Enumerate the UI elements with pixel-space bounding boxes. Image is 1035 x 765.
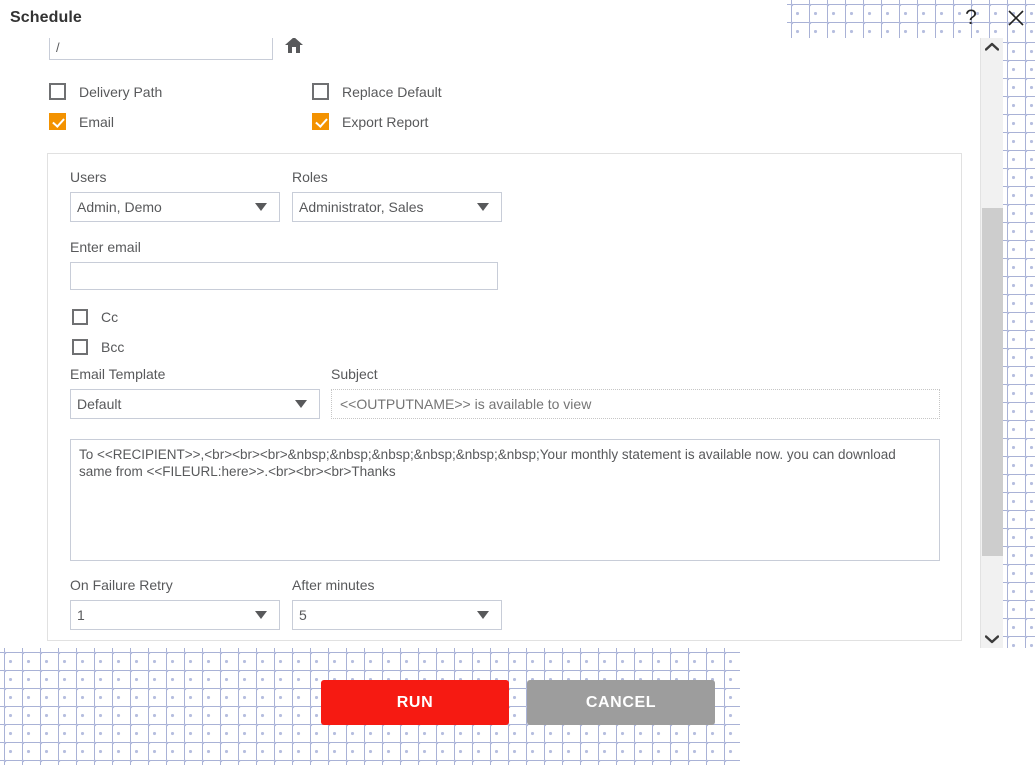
enter-email-label: Enter email (70, 239, 141, 255)
help-icon[interactable]: ? (957, 4, 985, 32)
after-minutes-value: 5 (299, 607, 307, 623)
on-failure-retry-value: 1 (77, 607, 85, 623)
dialog-footer: RUN CANCEL (0, 648, 1035, 765)
checkbox-box-cc[interactable] (72, 309, 88, 325)
home-icon[interactable] (284, 38, 304, 59)
subject-input[interactable] (331, 389, 940, 419)
checkbox-box-delivery-path[interactable] (49, 83, 66, 100)
dot-pattern-right-column (1003, 38, 1035, 648)
checkbox-box-export-report[interactable] (312, 113, 329, 130)
checkbox-label-email: Email (79, 113, 115, 130)
checkbox-cc[interactable]: Cc (72, 309, 118, 325)
email-settings-panel: Users Admin, Demo Roles Administrator, S… (47, 153, 962, 641)
checkbox-label-export-report: Export Report (342, 113, 429, 130)
users-label: Users (70, 169, 107, 185)
subject-label: Subject (331, 366, 378, 382)
path-input[interactable] (49, 38, 273, 60)
chevron-down-icon (295, 400, 307, 408)
on-failure-retry-label: On Failure Retry (70, 577, 173, 593)
checkbox-email[interactable]: Email (49, 113, 114, 130)
vertical-scrollbar[interactable] (980, 38, 1003, 648)
scrollbar-thumb[interactable] (982, 208, 1003, 556)
after-minutes-label: After minutes (292, 577, 375, 593)
checkbox-label-delivery-path: Delivery Path (79, 83, 163, 100)
path-row (49, 38, 303, 60)
email-template-select[interactable]: Default (70, 389, 320, 419)
email-body-textarea[interactable] (70, 439, 940, 561)
checkbox-label-bcc: Bcc (101, 339, 125, 355)
roles-select[interactable]: Administrator, Sales (292, 192, 502, 222)
close-icon[interactable] (1002, 4, 1030, 32)
checkbox-label-replace-default: Replace Default (342, 83, 442, 100)
dialog-titlebar: Schedule ? (0, 0, 1035, 38)
chevron-down-icon (255, 203, 267, 211)
scroll-down-icon[interactable] (981, 630, 1003, 648)
email-template-select-value: Default (77, 396, 122, 412)
checkbox-export-report[interactable]: Export Report (312, 113, 428, 130)
checkbox-delivery-path[interactable]: Delivery Path (49, 83, 162, 100)
cancel-button[interactable]: CANCEL (527, 680, 715, 725)
checkbox-bcc[interactable]: Bcc (72, 339, 124, 355)
users-select-value: Admin, Demo (77, 199, 162, 215)
page-title: Schedule (10, 9, 82, 26)
run-button[interactable]: RUN (321, 680, 509, 725)
roles-label: Roles (292, 169, 328, 185)
chevron-down-icon (477, 203, 489, 211)
chevron-down-icon (477, 611, 489, 619)
roles-select-value: Administrator, Sales (299, 199, 424, 215)
users-select[interactable]: Admin, Demo (70, 192, 280, 222)
scroll-up-icon[interactable] (981, 38, 1003, 56)
after-minutes-select[interactable]: 5 (292, 600, 502, 630)
on-failure-retry-select[interactable]: 1 (70, 600, 280, 630)
enter-email-input[interactable] (70, 262, 498, 290)
checkbox-box-email[interactable] (49, 113, 66, 130)
schedule-form-scroll-region: Delivery Path Email Replace Default Expo… (0, 38, 1003, 648)
checkbox-label-cc: Cc (101, 309, 119, 325)
checkbox-box-bcc[interactable] (72, 339, 88, 355)
email-template-label: Email Template (70, 366, 166, 382)
checkbox-replace-default[interactable]: Replace Default (312, 83, 442, 100)
chevron-down-icon (255, 611, 267, 619)
checkbox-box-replace-default[interactable] (312, 83, 329, 100)
